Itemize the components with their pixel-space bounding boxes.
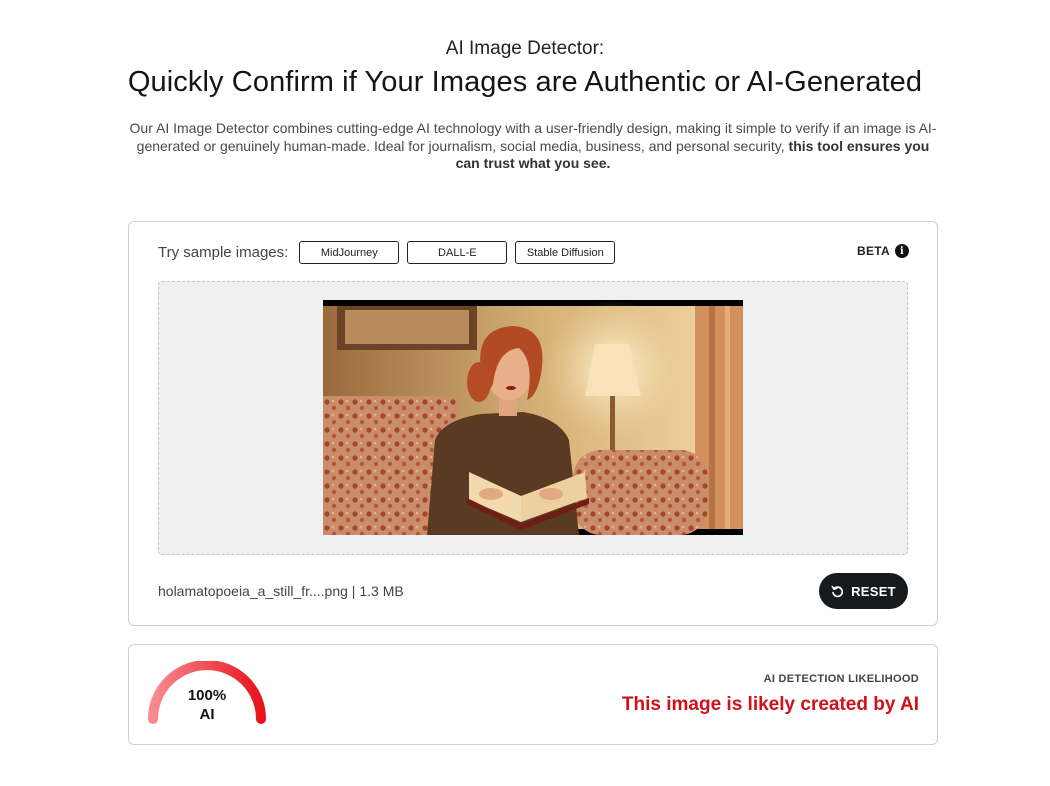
file-name: holamatopoeia_a_still_fr....png (158, 583, 348, 599)
info-icon[interactable]: i (895, 244, 909, 258)
gauge-readout: 100% AI (145, 686, 269, 724)
uploaded-image (323, 300, 743, 535)
page-eyebrow: AI Image Detector: (445, 38, 605, 59)
reset-label: RESET (851, 583, 896, 599)
reset-icon (831, 585, 844, 597)
file-info: holamatopoeia_a_still_fr....png | 1.3 MB (158, 583, 404, 599)
beta-badge: BETA i (857, 244, 909, 258)
uploaded-image-preview (323, 300, 743, 535)
sample-stable-diffusion-button[interactable]: Stable Diffusion (515, 241, 616, 264)
verdict-text: This image is likely created by AI (621, 694, 919, 715)
sample-dalle-button[interactable]: DALL-E (407, 241, 508, 264)
page-description: Our AI Image Detector combines cutting-e… (128, 120, 938, 173)
gauge-class: AI (199, 706, 215, 723)
file-size: 1.3 MB (359, 583, 404, 599)
sample-images-row: Try sample images: MidJourney DALL-E Sta… (158, 241, 616, 264)
gauge-percentage: 100% (187, 687, 227, 704)
reset-button[interactable]: RESET (819, 573, 908, 609)
result-card: 100% AI AI DETECTION LIKELIHOOD This ima… (128, 644, 938, 745)
sample-images-label: Try sample images: (158, 244, 289, 261)
sample-midjourney-button[interactable]: MidJourney (299, 241, 400, 264)
image-dropzone[interactable] (158, 281, 908, 555)
likelihood-label: AI DETECTION LIKELIHOOD (763, 673, 919, 685)
detector-card: Try sample images: MidJourney DALL-E Sta… (128, 221, 938, 626)
beta-label: BETA (857, 244, 890, 258)
file-separator: | (347, 583, 360, 599)
page-title: Quickly Confirm if Your Images are Authe… (127, 66, 923, 98)
